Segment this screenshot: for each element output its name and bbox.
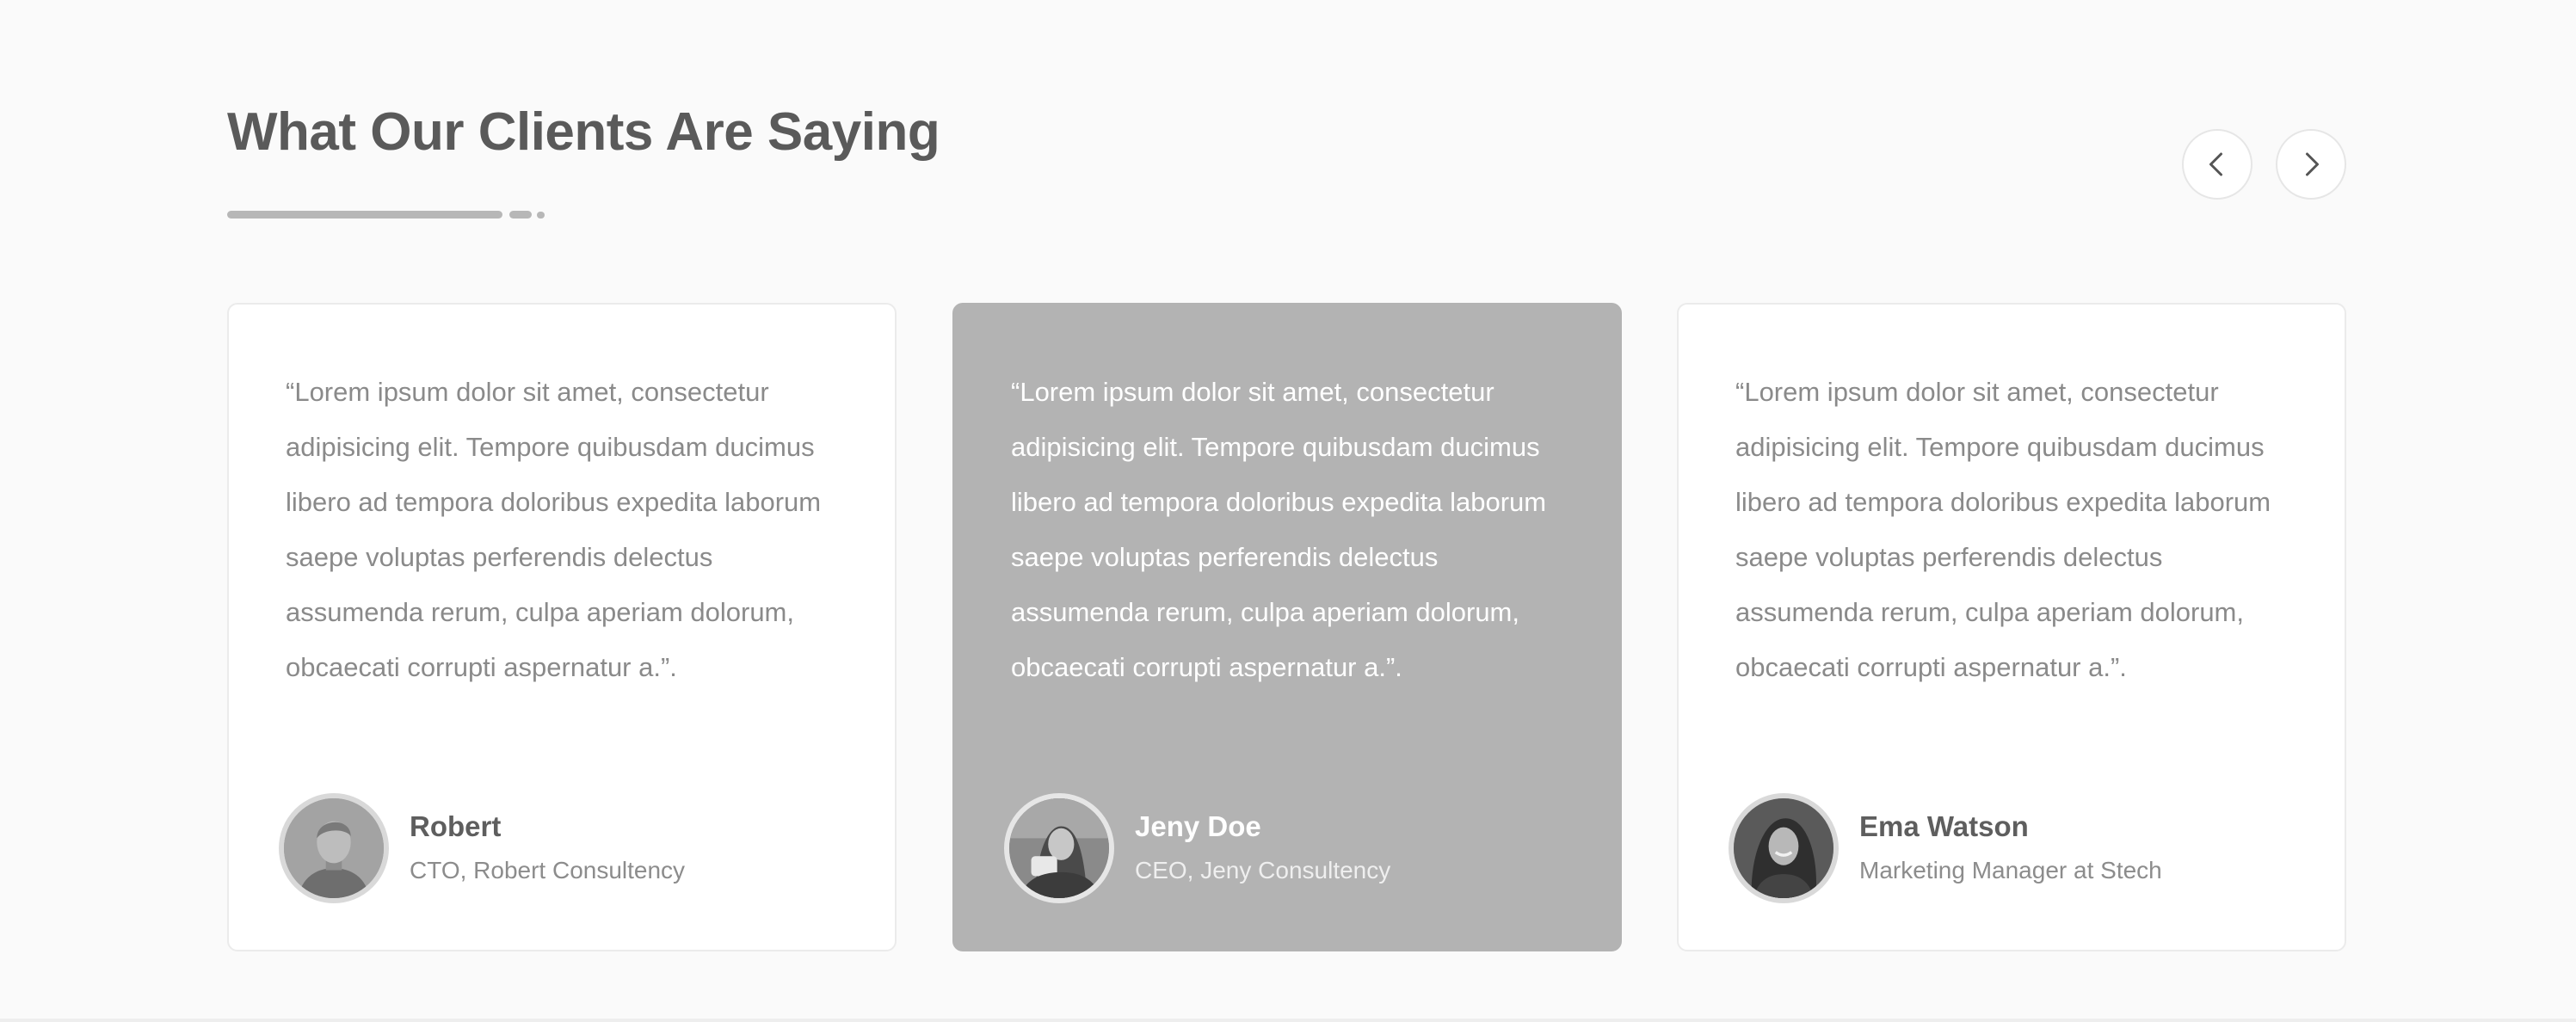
- underline-dash: [509, 211, 532, 219]
- section-divider: [0, 1019, 2576, 1022]
- client-name: Robert: [410, 810, 502, 842]
- chevron-left-icon: [2209, 152, 2222, 176]
- underline-dot: [537, 212, 545, 219]
- underline-bar: [227, 211, 502, 219]
- avatar: [1729, 793, 1839, 903]
- chevron-right-icon: [2306, 152, 2319, 176]
- section-title: What Our Clients Are Saying: [227, 102, 940, 162]
- client-name: Ema Watson: [1859, 810, 2029, 842]
- client-role: Marketing Manager at Stech: [1859, 857, 2162, 883]
- carousel-prev-button[interactable]: [2182, 129, 2252, 200]
- testimonial-quote: “Lorem ipsum dolor sit amet, consectetur…: [286, 377, 822, 682]
- avatar: [279, 793, 389, 903]
- testimonial-card: “Lorem ipsum dolor sit amet, consectetur…: [1677, 303, 2346, 951]
- avatar: [1004, 793, 1114, 903]
- testimonial-quote: “Lorem ipsum dolor sit amet, consectetur…: [1735, 377, 2271, 682]
- avatar-image: [1734, 798, 1833, 898]
- avatar-image: [1009, 798, 1109, 898]
- client-name: Jeny Doe: [1135, 810, 1261, 842]
- testimonial-card-active: “Lorem ipsum dolor sit amet, consectetur…: [952, 303, 1622, 951]
- testimonial-quote: “Lorem ipsum dolor sit amet, consectetur…: [1011, 377, 1547, 682]
- carousel-next-button[interactable]: [2276, 129, 2346, 200]
- client-role: CTO, Robert Consultency: [410, 857, 686, 883]
- testimonials-section: What Our Clients Are Saying “Lorem ipsum…: [0, 0, 2576, 1022]
- client-role: CEO, Jeny Consultency: [1135, 857, 1391, 883]
- avatar-image: [284, 798, 384, 898]
- testimonial-card: “Lorem ipsum dolor sit amet, consectetur…: [227, 303, 897, 951]
